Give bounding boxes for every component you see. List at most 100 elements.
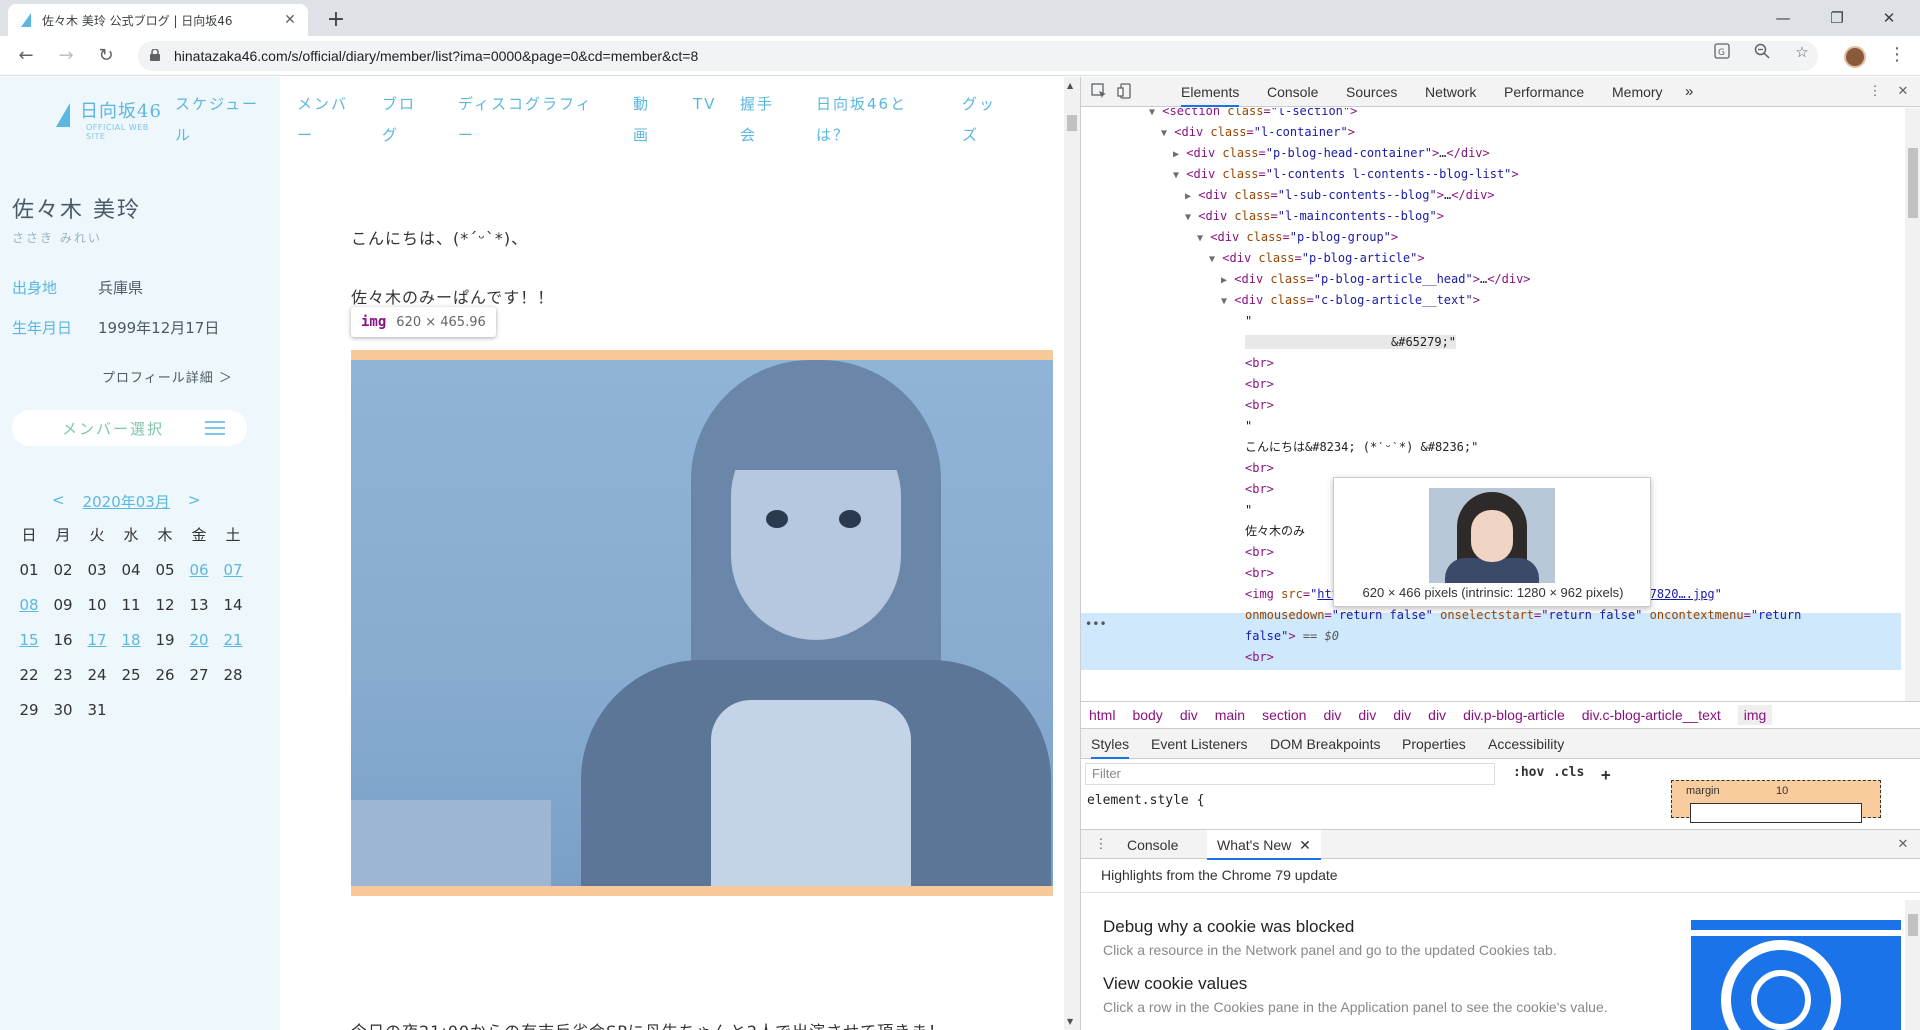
profile-avatar[interactable] [1844,46,1866,68]
calendar-day[interactable]: 20 [182,629,216,651]
breadcrumb-item[interactable]: main [1215,707,1245,723]
devtools-close-icon[interactable]: ✕ [1893,83,1913,101]
breadcrumb-item[interactable]: body [1132,707,1162,723]
dom-node[interactable]: ▶ <div class="l-sub-contents--blog">…</d… [1081,185,1901,206]
breadcrumb-item[interactable]: html [1089,707,1115,723]
dom-node[interactable]: <br> [1081,374,1901,395]
devtools-tab-sources[interactable]: Sources [1346,77,1397,107]
more-tabs-icon[interactable]: » [1685,77,1693,107]
scroll-down-icon[interactable]: ▼ [1067,1017,1073,1026]
calendar-next-button[interactable]: > [188,491,201,512]
bookmark-star-icon[interactable]: ☆ [1790,43,1814,67]
drawer-close-icon[interactable]: ✕ [1893,836,1913,854]
inspect-element-icon[interactable] [1089,83,1109,101]
selected-img-node-ref[interactable]: false"> == $0 [1081,626,1901,647]
dom-text-node[interactable]: " [1081,311,1901,332]
dom-node[interactable]: ▼ <div class="l-contents l-contents--blo… [1081,164,1901,185]
devtools-tab-elements[interactable]: Elements [1181,77,1240,107]
styles-tab[interactable]: DOM Breakpoints [1270,729,1380,759]
nav-item[interactable]: ディスコグラフィー [458,89,598,151]
address-bar[interactable]: hinatazaka46.com/s/official/diary/member… [138,41,1818,71]
site-logo[interactable]: 日向坂46 OFFICIAL WEB SITE [52,85,162,145]
selected-img-node-attrs[interactable]: onmousedown="return false" onselectstart… [1081,605,1901,626]
nav-item[interactable]: 握手会 [740,89,780,151]
devtools-tab-console[interactable]: Console [1267,77,1318,107]
nav-item[interactable]: グッズ [962,89,1002,151]
whats-new-scrollbar[interactable] [1905,900,1920,1030]
breadcrumb-item[interactable]: div [1428,707,1446,723]
back-arrow-icon[interactable]: ← [12,44,40,68]
elements-tree[interactable]: ••• ▼ <section class="l-section"> ▼ <div … [1081,108,1901,701]
whats-new-scroll-thumb[interactable] [1908,914,1918,936]
dom-node[interactable]: <br> [1081,647,1901,668]
drawer-menu-icon[interactable]: ⋮ [1091,836,1111,854]
styles-tab[interactable]: Styles [1091,729,1130,759]
dom-node[interactable]: <br> [1081,458,1901,479]
elements-scroll-thumb[interactable] [1908,148,1918,218]
breadcrumb-item[interactable]: div [1180,707,1198,723]
devtools-menu-icon[interactable]: ⋮ [1865,83,1885,101]
dom-text-node[interactable]: &#65279;" [1081,332,1901,353]
calendar-day[interactable]: 15 [12,629,46,651]
close-window-button[interactable]: ✕ [1866,0,1912,36]
margin-value[interactable]: 10 [1776,785,1788,797]
styles-tab[interactable]: Properties [1402,729,1466,759]
dom-node[interactable]: ▼ <div class="p-blog-group"> [1081,227,1901,248]
cls-button[interactable]: .cls [1553,765,1584,780]
dom-node[interactable]: ▶ <div class="p-blog-head-container">…</… [1081,143,1901,164]
breadcrumb-item[interactable]: div [1323,707,1341,723]
translate-icon[interactable]: G [1710,43,1734,67]
styles-filter-input[interactable]: Filter [1085,763,1495,785]
dom-text-node[interactable]: " [1081,416,1901,437]
styles-tab[interactable]: Event Listeners [1151,729,1248,759]
nav-item[interactable]: TV [693,89,715,120]
new-tab-button[interactable]: + [322,7,350,35]
nav-item[interactable]: ブログ [382,89,422,151]
dom-node[interactable]: <br> [1081,353,1901,374]
breadcrumb-item[interactable]: div.p-blog-article [1463,707,1565,723]
profile-detail-link[interactable]: プロフィール詳細 ＞ [102,367,233,386]
tab-close-icon[interactable]: ✕ [282,12,298,28]
breadcrumb-item[interactable]: div.c-blog-article__text [1582,707,1721,723]
whats-new-item-title[interactable]: View cookie values [1103,974,1247,994]
breadcrumb-item[interactable]: div [1358,707,1376,723]
nav-item[interactable]: メンバー [297,89,357,151]
dom-node[interactable]: ▶ <div class="p-blog-article__head">…</d… [1081,269,1901,290]
drawer-tab-whats-new[interactable]: What's New ✕ [1207,830,1321,860]
forward-arrow-icon[interactable]: → [52,44,80,68]
add-rule-button[interactable]: + [1601,765,1611,784]
dom-node[interactable]: <br> [1081,395,1901,416]
chrome-menu-icon[interactable]: ⋮ [1888,44,1906,65]
maximize-button[interactable]: ❐ [1814,0,1860,36]
dom-node[interactable]: ▼ <div class="l-container"> [1081,122,1901,143]
calendar-day[interactable]: 06 [182,559,216,581]
devtools-tab-performance[interactable]: Performance [1504,77,1584,107]
devtools-tab-network[interactable]: Network [1425,77,1476,107]
elements-scrollbar[interactable] [1905,108,1920,701]
nav-item[interactable]: スケジュール [175,89,265,151]
dom-node[interactable]: ▼ <div class="l-maincontents--blog"> [1081,206,1901,227]
breadcrumb-item[interactable]: section [1262,707,1306,723]
element-style-rule[interactable]: element.style { [1087,793,1204,808]
browser-tab[interactable]: 佐々木 美玲 公式ブログ | 日向坂46 ✕ [8,4,308,36]
calendar-day[interactable]: 07 [216,559,250,581]
dom-text-node[interactable]: こんにちは&#8234; (*ˊᵕˋ*) &#8236;" [1081,437,1901,458]
page-scrollbar[interactable]: ▲ ▼ [1064,77,1080,1030]
dom-node[interactable]: ▼ <section class="l-section"> [1081,108,1901,122]
dom-node[interactable]: ▼ <div class="c-blog-article__text"> [1081,290,1901,311]
breadcrumb-item[interactable]: img [1737,705,1773,725]
nav-item[interactable]: 日向坂46とは？ [816,89,916,151]
calendar-day[interactable]: 08 [12,594,46,616]
whats-new-item-title[interactable]: Debug why a cookie was blocked [1103,917,1354,937]
drawer-tab-console[interactable]: Console [1127,830,1178,860]
zoom-icon[interactable] [1750,43,1774,67]
calendar-prev-button[interactable]: < [52,491,65,512]
calendar-month[interactable]: 2020年03月 [83,491,170,512]
blog-image[interactable] [351,360,1053,886]
minimize-button[interactable]: — [1760,0,1806,36]
nav-item[interactable]: 動画 [633,89,663,151]
calendar-day[interactable]: 21 [216,629,250,651]
dom-node[interactable]: ▼ <div class="p-blog-article"> [1081,248,1901,269]
page-scroll-thumb[interactable] [1067,115,1077,131]
device-toolbar-icon[interactable] [1115,83,1135,101]
